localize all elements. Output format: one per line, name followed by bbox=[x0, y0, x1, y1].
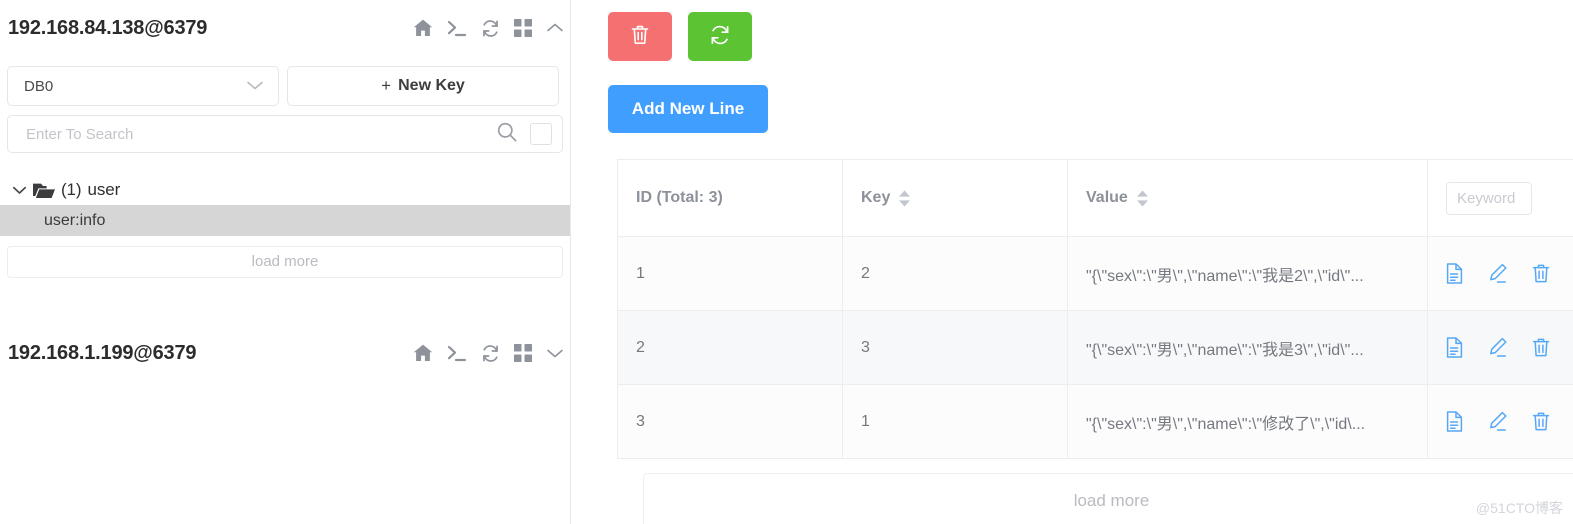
folder-open-icon bbox=[33, 182, 55, 199]
plus-icon: + bbox=[381, 76, 392, 95]
cell-actions bbox=[1427, 310, 1573, 385]
chevron-down-icon[interactable] bbox=[12, 185, 27, 195]
sort-arrows-icon[interactable] bbox=[1136, 190, 1149, 207]
chevron-up-icon[interactable] bbox=[546, 22, 564, 34]
key-toolbar bbox=[608, 0, 1573, 61]
trash-icon bbox=[630, 24, 650, 49]
column-header-key[interactable]: Key bbox=[842, 159, 1068, 237]
table-row[interactable]: 2 3 "{\"sex\":\"男\",\"name\":\"我是3\",\"i… bbox=[617, 310, 1573, 385]
search-select-all-checkbox[interactable] bbox=[530, 123, 552, 145]
grid-icon[interactable] bbox=[514, 19, 532, 37]
detail-icon[interactable] bbox=[1446, 337, 1464, 358]
column-header-id: ID (Total: 3) bbox=[617, 159, 843, 237]
hash-data-table: ID (Total: 3) Key Value Keyword 1 2 "{\"… bbox=[617, 159, 1573, 459]
connection-header-1[interactable]: 192.168.84.138@6379 bbox=[0, 0, 570, 56]
tree-folder-label: user bbox=[87, 180, 121, 199]
table-row[interactable]: 1 2 "{\"sex\":\"男\",\"name\":\"我是2\",\"i… bbox=[617, 236, 1573, 311]
key-detail-panel: Add New Line ID (Total: 3) Key Value Key… bbox=[571, 0, 1573, 524]
delete-icon[interactable] bbox=[1532, 411, 1550, 432]
column-header-value[interactable]: Value bbox=[1067, 159, 1428, 237]
new-key-label: New Key bbox=[398, 77, 465, 94]
connections-sidebar: 192.168.84.138@6379 DB0 + New Key Enter … bbox=[0, 0, 571, 524]
refresh-key-button[interactable] bbox=[688, 12, 752, 61]
table-row[interactable]: 3 1 "{\"sex\":\"男\",\"name\":\"修改了\",\"i… bbox=[617, 384, 1573, 459]
watermark: @51CTO博客 bbox=[1475, 500, 1563, 516]
column-header-label: ID (Total: 3) bbox=[636, 189, 723, 206]
tree-folder-user[interactable]: (1) user bbox=[0, 175, 570, 205]
column-header-filter bbox=[1427, 159, 1573, 237]
cell-id: 2 bbox=[617, 310, 843, 385]
add-new-line-button[interactable]: Add New Line bbox=[608, 85, 768, 133]
db-select-value: DB0 bbox=[24, 77, 54, 95]
refresh-icon[interactable] bbox=[481, 19, 500, 38]
app-root: 192.168.84.138@6379 DB0 + New Key Enter … bbox=[0, 0, 1573, 524]
cell-value: "{\"sex\":\"男\",\"name\":\"我是3\",\"id\".… bbox=[1067, 310, 1428, 385]
cell-key: 3 bbox=[842, 310, 1068, 385]
connection-actions bbox=[413, 344, 564, 363]
table-body: 1 2 "{\"sex\":\"男\",\"name\":\"我是2\",\"i… bbox=[617, 236, 1573, 459]
column-header-label: Value bbox=[1086, 189, 1128, 206]
connection-title: 192.168.1.199@6379 bbox=[8, 341, 197, 364]
cell-value: "{\"sex\":\"男\",\"name\":\"修改了\",\"id\..… bbox=[1067, 384, 1428, 459]
edit-icon[interactable] bbox=[1488, 411, 1508, 432]
refresh-icon[interactable] bbox=[481, 344, 500, 363]
grid-icon[interactable] bbox=[514, 344, 532, 362]
connection-title: 192.168.84.138@6379 bbox=[8, 16, 208, 39]
edit-icon[interactable] bbox=[1488, 337, 1508, 358]
chevron-down-icon bbox=[246, 78, 264, 95]
terminal-icon[interactable] bbox=[447, 344, 467, 362]
sort-arrows-icon[interactable] bbox=[898, 190, 911, 207]
home-icon[interactable] bbox=[413, 344, 433, 362]
cell-value: "{\"sex\":\"男\",\"name\":\"我是2\",\"id\".… bbox=[1067, 236, 1428, 311]
delete-icon[interactable] bbox=[1532, 337, 1550, 358]
db-select[interactable]: DB0 bbox=[7, 66, 279, 106]
cell-key: 2 bbox=[842, 236, 1068, 311]
tree-folder-count: (1) bbox=[61, 180, 82, 199]
search-bar bbox=[7, 115, 563, 153]
tree-leaf-user-info[interactable]: user:info bbox=[0, 205, 570, 236]
terminal-icon[interactable] bbox=[447, 19, 467, 37]
table-header-row: ID (Total: 3) Key Value bbox=[617, 159, 1573, 237]
connection-header-2[interactable]: 192.168.1.199@6379 bbox=[0, 325, 570, 381]
key-tree: (1) user user:info bbox=[0, 175, 570, 236]
cell-actions bbox=[1427, 384, 1573, 459]
keyword-filter-input[interactable] bbox=[1446, 181, 1532, 215]
home-icon[interactable] bbox=[413, 19, 433, 37]
db-and-newkey-row: DB0 + New Key bbox=[0, 66, 570, 106]
search-input[interactable] bbox=[24, 124, 496, 144]
edit-icon[interactable] bbox=[1488, 263, 1508, 284]
new-key-button[interactable]: + New Key bbox=[287, 66, 559, 106]
cell-id: 1 bbox=[617, 236, 843, 311]
chevron-down-icon[interactable] bbox=[546, 347, 564, 359]
delete-icon[interactable] bbox=[1532, 263, 1550, 284]
table-load-more-button[interactable]: load more bbox=[643, 473, 1573, 524]
refresh-icon bbox=[709, 24, 731, 49]
detail-icon[interactable] bbox=[1446, 411, 1464, 432]
delete-key-button[interactable] bbox=[608, 12, 672, 61]
detail-icon[interactable] bbox=[1446, 263, 1464, 284]
cell-actions bbox=[1427, 236, 1573, 311]
connection-actions bbox=[413, 19, 564, 38]
search-icon[interactable] bbox=[496, 121, 518, 148]
sidebar-load-more-button[interactable]: load more bbox=[7, 246, 563, 278]
cell-key: 1 bbox=[842, 384, 1068, 459]
column-header-label: Key bbox=[861, 189, 891, 206]
cell-id: 3 bbox=[617, 384, 843, 459]
